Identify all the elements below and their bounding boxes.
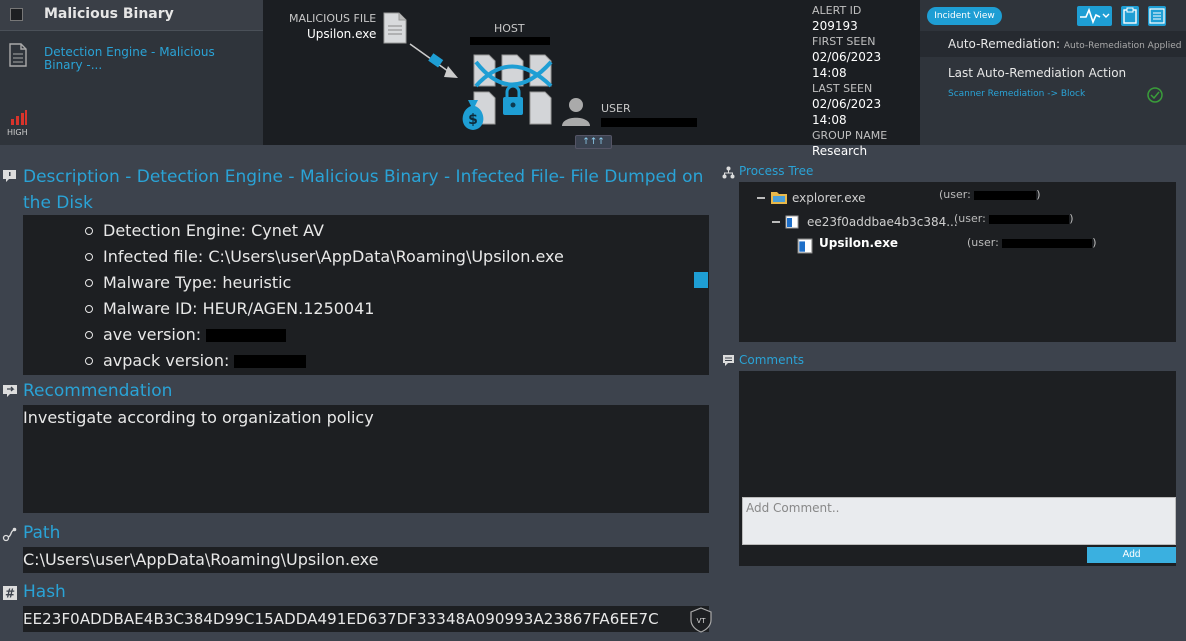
last-seen-value: 02/06/2023 14:08 bbox=[812, 97, 882, 127]
window-app-icon bbox=[785, 215, 799, 229]
path-icon bbox=[2, 527, 17, 542]
redacted-user bbox=[989, 214, 1070, 224]
recommendation-text: Investigate according to organization po… bbox=[23, 408, 374, 427]
process-tree-icon bbox=[722, 166, 735, 179]
user-icon bbox=[562, 98, 590, 126]
redacted-username bbox=[601, 118, 697, 127]
redacted-user bbox=[1002, 238, 1093, 248]
description-title: Description - Detection Engine - Malicio… bbox=[23, 167, 704, 213]
description-list: Detection Engine: Cynet AV Infected file… bbox=[23, 215, 709, 374]
user-prefix: (user: bbox=[939, 188, 971, 201]
redacted-user bbox=[974, 190, 1037, 200]
tree-node-parent-binary[interactable]: ee23f0addbae4b3c384... bbox=[807, 215, 958, 229]
alert-title: Malicious Binary bbox=[44, 6, 174, 22]
svg-text:$: $ bbox=[468, 112, 478, 128]
redacted-hostname bbox=[470, 37, 550, 45]
severity-bars-icon bbox=[11, 110, 27, 125]
last-seen-label: LAST SEEN bbox=[812, 82, 873, 95]
recommendation-box: Investigate according to organization po… bbox=[23, 405, 709, 513]
first-seen-label: FIRST SEEN bbox=[812, 35, 876, 48]
scroll-handle[interactable] bbox=[694, 272, 708, 288]
ave-version-label: ave version: bbox=[103, 325, 202, 344]
list-icon bbox=[1149, 8, 1165, 24]
description-box: Detection Engine: Cynet AV Infected file… bbox=[23, 215, 709, 375]
list-item: Detection Engine: Cynet AV bbox=[85, 218, 709, 244]
tree-node-user: (user: ) bbox=[954, 212, 1074, 225]
window-app-icon bbox=[797, 238, 813, 254]
auto-remediation-value: Auto-Remediation Applied bbox=[1063, 41, 1182, 51]
user-prefix: (user: bbox=[967, 236, 999, 249]
user-label: USER bbox=[601, 102, 631, 115]
alert-list-panel: Malicious Binary Detection Engine - Mali… bbox=[0, 0, 263, 145]
comments-title: Comments bbox=[739, 353, 805, 367]
clipboard-button[interactable] bbox=[1121, 6, 1139, 26]
first-seen-value: 02/06/2023 14:08 bbox=[812, 50, 882, 80]
avpack-version-label: avpack version: bbox=[103, 351, 230, 370]
auto-remediation-label: Auto-Remediation: bbox=[948, 37, 1061, 51]
process-tree-box: explorer.exe (user: ) ee23f0addbae4b3c38… bbox=[739, 182, 1176, 342]
clipboard-icon bbox=[1123, 7, 1137, 24]
incident-view-button[interactable]: Incident View bbox=[927, 7, 1002, 25]
recommendation-icon bbox=[3, 385, 17, 397]
comments-icon bbox=[723, 355, 734, 366]
file-icon bbox=[383, 12, 407, 44]
infection-arrow-icon bbox=[409, 43, 458, 78]
auto-remediation-row: Auto-Remediation: Auto-Remediation Appli… bbox=[920, 31, 1186, 57]
alert-id-value: 209193 bbox=[812, 19, 858, 33]
folder-icon bbox=[771, 192, 787, 204]
group-name-value: Research bbox=[812, 144, 868, 158]
list-item: ave version: bbox=[85, 322, 709, 348]
alert-header: Malicious Binary Detection Engine - Mali… bbox=[0, 0, 1186, 158]
last-action-label: Last Auto-Remediation Action bbox=[948, 66, 1127, 80]
list-item: Infected file: C:\Users\user\AppData\Roa… bbox=[85, 244, 709, 270]
hash-title: Hash bbox=[23, 582, 66, 602]
collapse-icon[interactable] bbox=[772, 221, 780, 223]
hash-box: EE23F0ADDBAE4B3C384D99C15ADDA491ED637DF3… bbox=[23, 606, 709, 632]
hash-value: EE23F0ADDBAE4B3C384D99C15ADDA491ED637DF3… bbox=[23, 610, 659, 628]
add-comment-input[interactable] bbox=[742, 497, 1176, 545]
tree-node-upsilon[interactable]: Upsilon.exe bbox=[819, 236, 898, 250]
money-bag-icon: $ bbox=[462, 100, 484, 130]
remediation-panel: Incident View Auto-Remediation: Auto-Rem… bbox=[920, 0, 1186, 145]
severity-label: HIGH bbox=[7, 128, 28, 137]
alert-id-label: ALERT ID bbox=[812, 4, 862, 17]
collapse-icon[interactable] bbox=[757, 197, 765, 199]
redacted-value bbox=[234, 355, 307, 368]
recommendation-title: Recommendation bbox=[23, 381, 173, 401]
user-prefix: (user: bbox=[954, 212, 986, 225]
add-comment-button[interactable]: Add bbox=[1087, 547, 1176, 563]
list-item: Malware ID: HEUR/AGEN.1250041 bbox=[85, 296, 709, 322]
alert-detail-link[interactable]: Detection Engine - Malicious Binary -... bbox=[44, 46, 244, 72]
alert-info: ALERT ID 209193 FIRST SEEN 02/06/2023 14… bbox=[812, 3, 917, 159]
list-item: avpack version: bbox=[85, 348, 709, 374]
activity-dropdown-button[interactable] bbox=[1077, 6, 1112, 26]
hash-icon: # bbox=[3, 586, 17, 600]
tree-node-user: (user: ) bbox=[939, 188, 1041, 201]
path-box: C:\Users\user\AppData\Roaming\Upsilon.ex… bbox=[23, 547, 709, 573]
group-name-label: GROUP NAME bbox=[812, 129, 888, 142]
attack-graphic: MALICIOUS FILE Upsilon.exe HOST $ USER ↑… bbox=[263, 0, 803, 149]
malicious-file-name: Upsilon.exe bbox=[307, 27, 377, 41]
virustotal-icon[interactable]: VT bbox=[690, 607, 712, 633]
success-check-icon bbox=[1147, 87, 1163, 103]
list-item: Malware Type: heuristic bbox=[85, 270, 709, 296]
path-value: C:\Users\user\AppData\Roaming\Upsilon.ex… bbox=[23, 550, 379, 569]
last-action-link[interactable]: Scanner Remediation -> Block bbox=[948, 89, 1085, 99]
vt-label: VT bbox=[696, 617, 706, 625]
expand-button[interactable]: ↑↑↑ bbox=[575, 135, 612, 149]
tree-node-user: (user: ) bbox=[967, 236, 1097, 249]
process-tree-title: Process Tree bbox=[739, 164, 814, 178]
details-list-button[interactable] bbox=[1148, 6, 1166, 26]
tree-node-explorer[interactable]: explorer.exe bbox=[792, 191, 866, 205]
svg-text:#: # bbox=[5, 587, 15, 601]
select-alert-checkbox[interactable] bbox=[10, 8, 23, 21]
document-icon bbox=[9, 43, 27, 67]
host-label: HOST bbox=[494, 22, 525, 35]
redacted-value bbox=[206, 329, 287, 342]
comment-icon bbox=[3, 170, 16, 182]
alert-list-header: Malicious Binary bbox=[0, 0, 263, 31]
malicious-file-label: MALICIOUS FILE bbox=[289, 12, 377, 25]
path-title: Path bbox=[23, 523, 61, 543]
activity-icon bbox=[1080, 7, 1110, 25]
